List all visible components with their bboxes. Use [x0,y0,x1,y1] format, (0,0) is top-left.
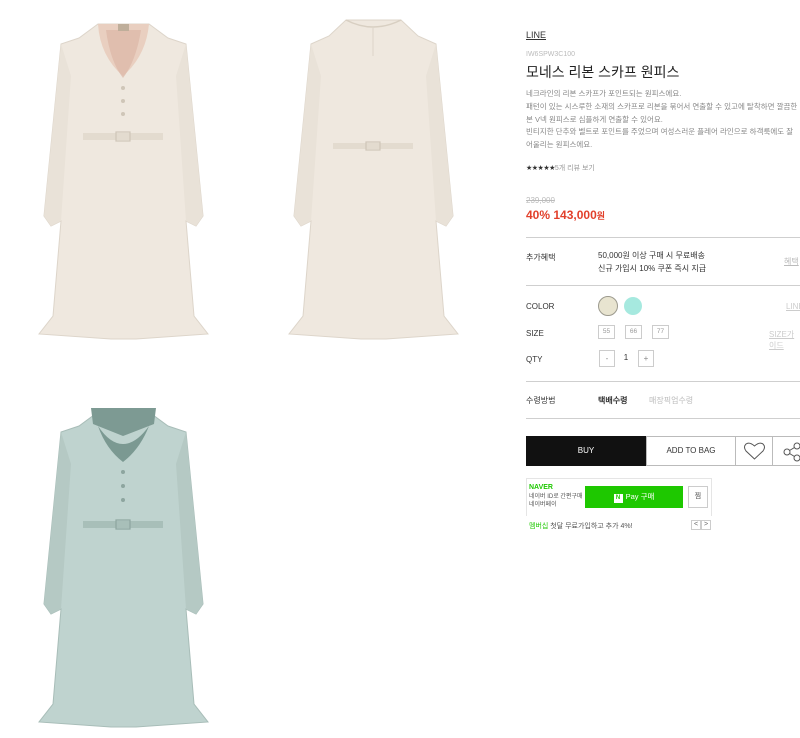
color-swatch-mint[interactable] [624,297,642,315]
product-code: IW6SPW3C100 [526,51,576,58]
color-side-link[interactable]: LINE [786,302,800,311]
shipping-option-pickup[interactable]: 매장픽업수령 [649,395,693,406]
color-swatch-ivory[interactable] [598,296,618,316]
naver-subtitle-line: 네이버 ID로 간편구매 [529,494,583,500]
original-price: 239,000 [526,196,555,205]
benefit-label: 추가혜택 [526,253,556,262]
share-icon [783,442,800,462]
naver-n-icon: N [613,494,623,503]
size-option[interactable]: 66 [625,325,642,339]
shipping-label: 수령방법 [526,396,556,405]
promo-next-button[interactable]: > [701,520,711,530]
wishlist-button[interactable] [736,436,773,466]
divider [526,237,800,238]
product-image-ivory-front[interactable] [36,16,211,341]
qty-label: QTY [526,355,543,364]
naver-pay-button[interactable]: N Pay 구매 [585,486,683,508]
share-button[interactable] [773,436,800,466]
product-title: 모네스 리본 스카프 원피스 [526,64,680,80]
naver-membership-promo: 멤버십 첫달 무료가입하고 추가 4%! [529,521,633,531]
review-count-link[interactable]: 5개 리뷰 보기 [555,165,595,172]
product-image-ivory-back[interactable] [286,16,461,341]
qty-increase-button[interactable]: + [638,350,654,367]
size-label: SIZE [526,329,544,338]
heart-icon [744,442,765,460]
buy-button[interactable]: BUY [526,436,646,466]
sale-price: 40% 143,000원 [526,208,605,222]
benefit-text: 50,000원 이상 구매 시 무료배송 신규 가입시 10% 쿠폰 즉시 지급 [598,250,706,275]
sale-price-value: 143,000 [553,208,597,222]
divider [526,285,800,286]
naver-pay-label: Pay 구매 [625,492,655,501]
product-description: 네크라인의 리본 스카프가 포인트되는 원피스에요. 패턴이 있는 시스루한 소… [526,88,800,152]
description-line: 빈티지한 단추와 벨트로 포인트를 주었으며 여성스러운 플레어 라인으로 하객… [526,127,794,137]
membership-text: 첫달 무료가입하고 추가 4%! [548,523,633,530]
naver-logo: NAVER [529,484,553,491]
qty-input[interactable]: 1 [620,353,632,362]
add-to-bag-button[interactable]: ADD TO BAG [646,436,736,466]
star-rating-icon: ★★★★★ [526,165,555,172]
discount-rate: 40% [526,208,551,222]
description-line: 패턴이 있는 시스루한 소재의 스카프로 리본을 묶어서 연출할 수 있고에 탈… [526,101,798,111]
brand-link[interactable]: LINE [526,30,546,40]
description-line: 본 V넥 원피스로 심플하게 연출할 수 있어요. [526,114,663,124]
naver-subtitle-line: 네이버페이 [529,502,557,508]
divider [526,418,800,419]
membership-label: 멤버십 [529,523,549,530]
divider [526,381,800,382]
size-guide-link[interactable]: SIZE가이드 [769,329,800,351]
product-image-mint-front[interactable] [36,404,211,729]
description-line: 어울리는 원피스에요. [526,140,593,150]
promo-prev-button[interactable]: < [691,520,701,530]
benefit-more-link[interactable]: 혜택 [784,256,799,267]
color-label: COLOR [526,302,555,311]
review-rating[interactable]: ★★★★★5개 리뷰 보기 [526,163,595,173]
naver-zzim-button[interactable]: 찜 [688,486,708,508]
currency-unit: 원 [596,211,606,221]
benefit-line: 신규 가입시 10% 쿠폰 즉시 지급 [598,263,707,273]
shipping-option-delivery[interactable]: 택배수령 [598,395,627,406]
description-line: 네크라인의 리본 스카프가 포인트되는 원피스에요. [526,89,682,98]
qty-decrease-button[interactable]: - [599,350,615,367]
benefit-line: 50,000원 이상 구매 시 무료배송 [598,251,705,260]
naver-subtitle: 네이버 ID로 간편구매 네이버페이 [529,493,583,509]
size-option[interactable]: 55 [598,325,615,339]
size-option[interactable]: 77 [652,325,669,339]
